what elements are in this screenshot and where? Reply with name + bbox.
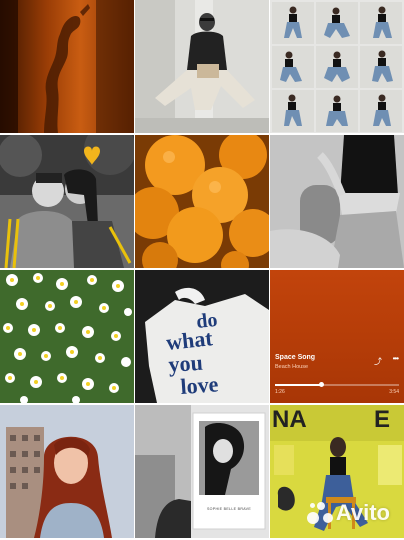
pose-figure	[324, 51, 350, 82]
sitting-woman-photo[interactable]	[135, 0, 269, 133]
progress-knob[interactable]	[318, 382, 324, 387]
couple-shape	[0, 135, 134, 268]
daisies-photo[interactable]	[0, 270, 134, 403]
pose-figure	[280, 51, 302, 82]
silhouette-shape	[0, 0, 134, 133]
pose-cell	[272, 46, 314, 88]
total-time: 3:54	[389, 389, 399, 395]
elapsed-time: 1:26	[275, 389, 285, 395]
daisies-shape	[0, 270, 134, 403]
pose-cell	[316, 90, 358, 132]
music-player-screenshot[interactable]: Space Song Beach House ⤴ ••• 1:26 3:54	[270, 270, 404, 403]
photo-grid: do what you love Space Song Beach House …	[0, 0, 404, 540]
pose-cell	[360, 46, 402, 88]
avito-logo-icon	[306, 501, 333, 525]
song-artist: Beach House	[275, 364, 309, 370]
avito-wordmark: Avito	[335, 500, 390, 525]
pose-cell	[316, 46, 358, 88]
pose-figure	[326, 95, 348, 126]
pose-figure	[284, 94, 302, 126]
progress-fill	[275, 384, 321, 386]
pose-cell	[272, 90, 314, 132]
pose-figure	[324, 7, 350, 38]
shirt-text-love: love	[180, 371, 220, 399]
redhead-portrait-photo[interactable]	[0, 405, 134, 538]
jeans-torso-photo[interactable]	[270, 135, 404, 268]
sitting-woman-shape	[135, 0, 269, 133]
pose-cell	[360, 2, 402, 44]
book-caption: SOPHIE BELLE BRAVE	[206, 507, 252, 511]
share-icon[interactable]: ⤴	[374, 356, 382, 367]
bw-collage-shape	[135, 405, 269, 538]
pose-figure	[284, 6, 302, 38]
svg-text:E: E	[374, 406, 390, 433]
jeans-torso-shape	[270, 135, 404, 268]
pose-figure	[373, 94, 391, 126]
bw-collage-photo[interactable]: SOPHIE BELLE BRAVE	[135, 405, 269, 538]
portrait-shape	[0, 405, 134, 538]
couple-heart-photo[interactable]	[0, 135, 134, 268]
pose-figure	[372, 50, 393, 82]
oranges-shape	[135, 135, 269, 268]
do-what-you-love-photo[interactable]: do what you love	[135, 270, 269, 403]
pose-figure	[373, 6, 392, 38]
orange-silhouette-photo[interactable]	[0, 0, 134, 133]
more-dots-icon[interactable]: •••	[393, 354, 399, 363]
shirt-shape: do what you love	[135, 270, 269, 403]
song-title: Space Song	[275, 354, 316, 361]
progress-bar[interactable]	[275, 382, 399, 387]
pose-cell	[360, 90, 402, 132]
pose-cell	[272, 2, 314, 44]
svg-text:NA: NA	[272, 406, 307, 433]
avito-watermark: Avito	[306, 500, 390, 526]
pose-cell	[316, 2, 358, 44]
pose-collage-photo[interactable]	[270, 0, 404, 133]
oranges-photo[interactable]	[135, 135, 269, 268]
